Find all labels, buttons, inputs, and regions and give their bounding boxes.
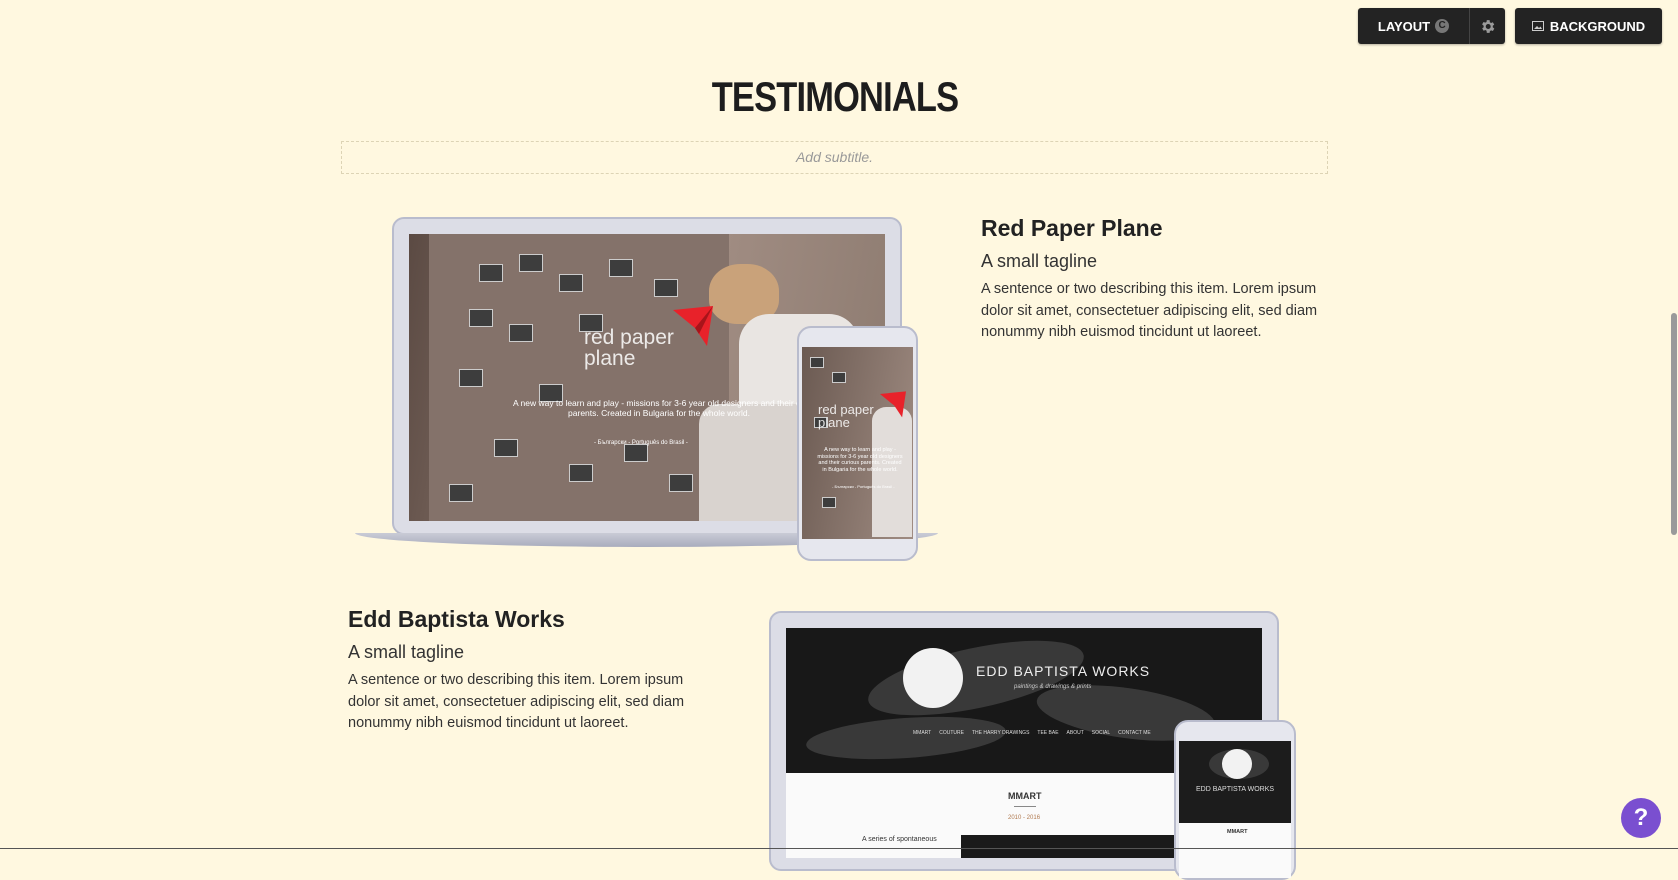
phone-edd-brand: EDD BAPTISTA WORKS — [1196, 786, 1275, 793]
gear-icon[interactable] — [1470, 8, 1505, 44]
testimonial-red-paper-plane: Red Paper Plane A small tagline A senten… — [981, 215, 1321, 344]
screen-body-line2: parents. Created in Bulgaria for the who… — [568, 408, 750, 418]
screen-body-line1: A new way to learn and play - missions f… — [513, 398, 805, 408]
item-description[interactable]: A sentence or two describing this item. … — [981, 279, 1321, 344]
edd-brand: EDD BAPTISTA WORKS — [976, 663, 1151, 679]
paper-plane-logo — [673, 306, 713, 346]
item-tagline[interactable]: A small tagline — [348, 642, 688, 663]
edd-nav-item: COUTURE — [939, 730, 964, 736]
screen-body: A new way to learn and play - missions f… — [469, 398, 849, 418]
phone-edd-section: MMART — [1227, 829, 1248, 835]
edd-brand-sub: paintings & drawings & prints — [1014, 684, 1092, 690]
edd-nav-item: THE HARRY DRAWINGS — [971, 730, 1030, 736]
screen-brand: red paper plane — [584, 327, 674, 369]
help-button[interactable]: ? — [1621, 798, 1661, 838]
phone-mockup-red-paper-plane: red paper plane A new way to learn and p… — [797, 326, 918, 561]
background-label: BACKGROUND — [1549, 18, 1646, 34]
item-tagline[interactable]: A small tagline — [981, 251, 1321, 272]
edd-logo — [903, 648, 963, 708]
scrollbar-thumb[interactable] — [1671, 313, 1677, 535]
item-title[interactable]: Red Paper Plane — [981, 215, 1321, 242]
layout-button[interactable]: LAYOUT C — [1358, 8, 1469, 44]
edd-nav-item: MMART — [913, 730, 932, 736]
screen-brand-line2: plane — [584, 347, 636, 370]
background-button[interactable]: BACKGROUND — [1515, 8, 1662, 44]
layout-control: LAYOUT C — [1358, 8, 1505, 44]
screen-languages: - Български - Português do Brasil - — [594, 440, 688, 446]
layout-badge: C — [1435, 19, 1450, 33]
scrollbar[interactable] — [1670, 0, 1678, 849]
item-description[interactable]: A sentence or two describing this item. … — [348, 670, 688, 735]
edd-years: 2010 - 2016 — [1008, 815, 1041, 821]
edd-section-title: MMART — [1008, 791, 1042, 801]
edd-snippet: A series of spontaneous — [862, 836, 937, 843]
testimonial-edd-baptista-works: Edd Baptista Works A small tagline A sen… — [348, 606, 688, 735]
edd-nav: MMART COUTURE THE HARRY DRAWINGS TEE BAE… — [913, 730, 1151, 736]
phone-languages: - Български - Português do Brasil - — [832, 484, 895, 489]
image-icon — [1531, 21, 1544, 31]
edd-nav-item: TEE BAE — [1037, 730, 1059, 736]
screen-brand-line1: red paper — [584, 326, 674, 349]
item-title[interactable]: Edd Baptista Works — [348, 606, 688, 633]
edd-nav-item: SOCIAL — [1091, 730, 1111, 736]
phone-mockup-edd-baptista: EDD BAPTISTA WORKS MMART — [1174, 720, 1296, 880]
edd-nav-item: ABOUT — [1066, 730, 1084, 736]
section-title[interactable]: TESTIMONIALS — [150, 73, 1519, 121]
phone-brand-line2: plane — [818, 415, 850, 430]
edd-nav-item: CONTACT ME — [1118, 730, 1151, 736]
layout-label: LAYOUT — [1377, 18, 1431, 34]
phone-body: A new way to learn and play - missions f… — [817, 447, 903, 473]
subtitle-input[interactable]: Add subtitle. — [341, 141, 1328, 174]
